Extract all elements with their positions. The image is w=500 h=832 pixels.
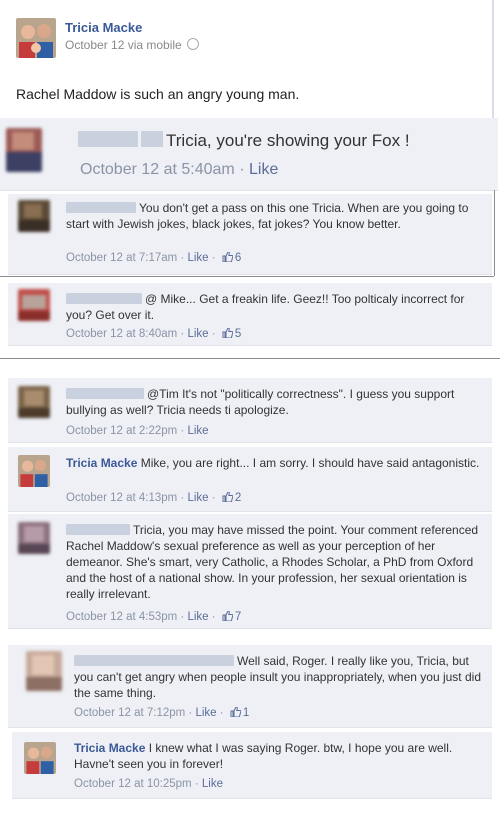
like-count[interactable]: 5	[235, 328, 241, 340]
divider	[494, 190, 495, 276]
like-count[interactable]: 6	[235, 252, 241, 264]
comment-body: Tricia Macke Mike, you are right... I am…	[66, 455, 482, 471]
comment-item: Well said, Roger. I really like you, Tri…	[8, 645, 492, 728]
commenter-name[interactable]: Tricia Macke	[74, 741, 145, 755]
like-link[interactable]: Like	[195, 707, 216, 719]
comment-text: Mike, you are right... I am sorry. I sho…	[140, 456, 480, 470]
redacted-name	[78, 131, 138, 147]
comment-meta: October 12 at 4:53pm · Like · 7	[66, 611, 242, 623]
comment-meta: October 12 at 8:40am · Like · 5	[66, 328, 242, 340]
comment-timestamp[interactable]: October 12 at 4:13pm	[66, 492, 177, 504]
commenter-avatar[interactable]	[18, 522, 50, 554]
comment-item: Tricia Macke Mike, you are right... I am…	[8, 447, 492, 512]
comment-meta: October 12 at 7:12pm · Like · 1	[74, 707, 250, 719]
post-timestamp[interactable]: October 12 via mobile	[65, 38, 182, 52]
comment-meta: October 12 at 10:25pm · Like	[74, 778, 223, 790]
comment-timestamp[interactable]: October 12 at 8:40am	[66, 328, 177, 340]
redacted-name	[66, 388, 144, 399]
like-link[interactable]: Like	[187, 492, 208, 504]
comment-meta: October 12 at 4:13pm · Like · 2	[66, 492, 242, 504]
like-link[interactable]: Like	[202, 778, 223, 790]
comment-body: Tricia, you're showing your Fox !	[78, 130, 488, 152]
commenter-avatar[interactable]	[26, 651, 62, 691]
commenter-avatar[interactable]	[18, 386, 50, 418]
like-link[interactable]: Like	[187, 328, 208, 340]
comment-timestamp[interactable]: October 12 at 7:12pm	[74, 707, 185, 719]
comment-item: @ Mike... Get a freakin life. Geez!! Too…	[8, 283, 492, 346]
redacted-name	[141, 131, 163, 147]
comment-item: Tricia, you may have missed the point. Y…	[8, 514, 492, 629]
like-link[interactable]: Like	[187, 611, 208, 623]
author-avatar[interactable]	[16, 18, 56, 58]
comment-item: Tricia Macke I knew what I was saying Ro…	[12, 732, 492, 799]
thumbs-up-icon	[222, 492, 233, 502]
comment-timestamp[interactable]: October 12 at 10:25pm	[74, 778, 192, 790]
like-count[interactable]: 7	[235, 611, 241, 623]
comment-meta: October 12 at 5:40am · Like	[80, 161, 279, 178]
comment-item: You don't get a pass on this one Tricia.…	[8, 194, 492, 275]
comment-item: @Tim It's not "politically correctness".…	[8, 378, 492, 443]
thumbs-up-icon	[222, 252, 233, 262]
comment-body: You don't get a pass on this one Tricia.…	[66, 200, 482, 232]
commenter-name[interactable]: Tricia Macke	[66, 456, 137, 470]
commenter-avatar[interactable]	[18, 455, 50, 487]
commenter-avatar[interactable]	[6, 128, 42, 172]
thumbs-up-icon	[230, 707, 241, 717]
redacted-name	[66, 202, 136, 213]
comment-body: @Tim It's not "politically correctness".…	[66, 386, 482, 418]
comment-meta: October 12 at 2:22pm · Like	[66, 425, 209, 437]
comment-timestamp[interactable]: October 12 at 7:17am	[66, 252, 177, 264]
divider	[0, 358, 500, 359]
commenter-avatar[interactable]	[18, 200, 50, 232]
comment-body: Well said, Roger. I really like you, Tri…	[74, 653, 482, 701]
comment-text: Tricia, you're showing your Fox !	[166, 131, 410, 150]
comment-body: Tricia Macke I knew what I was saying Ro…	[74, 740, 482, 772]
divider	[0, 276, 494, 277]
comment-body: Tricia, you may have missed the point. Y…	[66, 522, 482, 602]
comment-item: Tricia, you're showing your Fox ! Octobe…	[0, 118, 498, 191]
commenter-avatar[interactable]	[24, 742, 56, 774]
like-link[interactable]: Like	[249, 161, 278, 178]
comment-meta: October 12 at 7:17am · Like · 6	[66, 252, 242, 264]
commenter-avatar[interactable]	[18, 289, 50, 321]
post-author-name[interactable]: Tricia Macke	[65, 20, 142, 35]
comment-timestamp[interactable]: October 12 at 2:22pm	[66, 425, 177, 437]
comment-timestamp[interactable]: October 12 at 5:40am	[80, 161, 235, 178]
like-link[interactable]: Like	[187, 252, 208, 264]
redacted-name	[66, 524, 130, 535]
like-count[interactable]: 2	[235, 492, 241, 504]
scrollbar[interactable]	[492, 0, 494, 118]
redacted-name	[66, 293, 142, 304]
thumbs-up-icon	[222, 328, 233, 338]
post-header: Tricia Macke October 12 via mobile Rache…	[0, 0, 500, 118]
redacted-name	[74, 655, 234, 666]
thumbs-up-icon	[222, 611, 233, 621]
comment-timestamp[interactable]: October 12 at 4:53pm	[66, 611, 177, 623]
comment-body: @ Mike... Get a freakin life. Geez!! Too…	[66, 291, 482, 323]
globe-icon	[186, 38, 199, 50]
post-meta: October 12 via mobile	[65, 38, 199, 52]
like-count[interactable]: 1	[243, 707, 249, 719]
post-status-text: Rachel Maddow is such an angry young man…	[16, 86, 300, 102]
like-link[interactable]: Like	[187, 425, 208, 437]
